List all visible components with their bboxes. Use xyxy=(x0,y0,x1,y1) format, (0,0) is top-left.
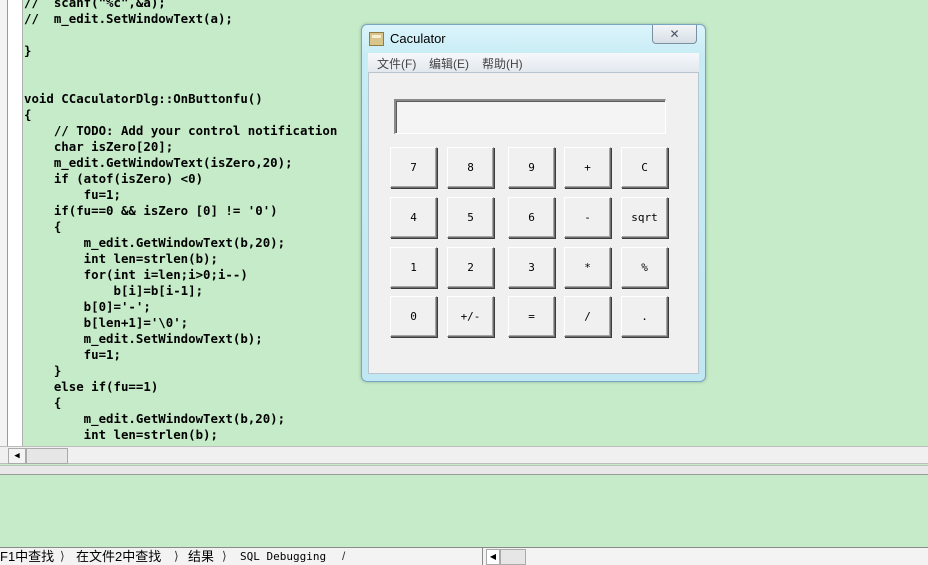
menu-edit[interactable]: 编辑(E) xyxy=(429,55,469,72)
digit-9-button[interactable]: 9 xyxy=(508,147,555,188)
decimal-button[interactable]: . xyxy=(621,296,668,337)
code-line: } xyxy=(24,43,32,58)
code-line: int len=strlen(b); xyxy=(24,251,218,266)
editor-margin xyxy=(8,0,23,446)
output-pane[interactable] xyxy=(0,475,928,547)
digit-1-button[interactable]: 1 xyxy=(390,247,437,288)
menu-file[interactable]: 文件(F) xyxy=(377,55,416,72)
code-line: b[len+1]='\0'; xyxy=(24,315,189,330)
tab-end-separator: / xyxy=(342,549,346,563)
code-line: { xyxy=(24,107,32,122)
code-line: m_edit.GetWindowText(isZero,20); xyxy=(24,155,293,170)
scroll-left-arrow-icon[interactable]: ◀ xyxy=(8,448,26,464)
digit-8-button[interactable]: 8 xyxy=(447,147,494,188)
code-line: fu=1; xyxy=(24,187,121,202)
close-icon: ✕ xyxy=(669,27,680,41)
code-line: fu=1; xyxy=(24,347,121,362)
digit-2-button[interactable]: 2 xyxy=(447,247,494,288)
code-line: for(int i=len;i>0;i--) xyxy=(24,267,248,282)
code-line: char isZero[20]; xyxy=(24,139,174,154)
code-line: b[i]=b[i-1]; xyxy=(24,283,204,298)
tab-scroll-left-icon[interactable]: ◀ xyxy=(486,549,500,565)
code-line: m_edit.GetWindowText(b,20); xyxy=(24,235,286,250)
add-button[interactable]: + xyxy=(564,147,611,188)
digit-3-button[interactable]: 3 xyxy=(508,247,555,288)
code-line: // TODO: Add your control notification xyxy=(24,123,338,138)
code-line: { xyxy=(24,219,62,234)
sqrt-button[interactable]: sqrt xyxy=(621,197,668,238)
output-tab-strip: F1中查找 ⟩ 在文件2中查找 ⟩ 结果 ⟩ SQL Debugging / ◀ xyxy=(0,547,928,565)
tab-results[interactable]: 结果 xyxy=(188,548,214,565)
calculator-app-icon xyxy=(369,32,384,46)
code-line: else if(fu==1) xyxy=(24,379,159,394)
code-line: int len=strlen(b); xyxy=(24,427,218,442)
tab-separator: ⟩ xyxy=(222,549,227,563)
calculator-body: 7 8 9 + C 4 5 6- sqrt 1 2 3 *% 0 +/- = /. xyxy=(368,72,699,374)
calculator-window: Caculator ✕ 文件(F) 编辑(E) 帮助(H) 7 8 9 + C 4 5 6- s… xyxy=(361,24,706,382)
code-line: // scanf("%c",&a); xyxy=(24,0,166,10)
digit-5-button[interactable]: 5 xyxy=(447,197,494,238)
menu-help[interactable]: 帮助(H) xyxy=(482,55,523,72)
close-button[interactable]: ✕ xyxy=(652,25,697,44)
subtract-button[interactable]: - xyxy=(564,197,611,238)
sign-toggle-button[interactable]: +/- xyxy=(447,296,494,337)
code-text[interactable]: // scanf("%c",&a);// m_edit.SetWindowTex… xyxy=(24,0,337,443)
editor-horizontal-scrollbar[interactable]: ◀ xyxy=(0,446,928,464)
digit-7-button[interactable]: 7 xyxy=(390,147,437,188)
scrollbar-thumb[interactable] xyxy=(26,448,68,464)
tab-strip-filler xyxy=(482,548,928,565)
code-line: m_edit.SetWindowText(b); xyxy=(24,331,263,346)
clear-button[interactable]: C xyxy=(621,147,668,188)
tab-find-in-files-2[interactable]: 在文件2中查找 xyxy=(76,548,161,565)
percent-button[interactable]: % xyxy=(621,247,668,288)
digit-6-button[interactable]: 6 xyxy=(508,197,555,238)
window-title: Caculator xyxy=(390,31,446,46)
code-line: if(fu==0 && isZero [0] != '0') xyxy=(24,203,278,218)
digit-0-button[interactable]: 0 xyxy=(390,296,437,337)
editor-gutter xyxy=(0,0,8,446)
equals-button[interactable]: = xyxy=(508,296,555,337)
code-line: b[0]='-'; xyxy=(24,299,151,314)
tab-separator: ⟩ xyxy=(174,549,179,563)
pane-splitter[interactable] xyxy=(0,465,928,475)
display-field[interactable] xyxy=(394,99,666,134)
menu-bar: 文件(F) 编辑(E) 帮助(H) xyxy=(368,53,699,73)
code-line: void CCaculatorDlg::OnButtonfu() xyxy=(24,91,263,106)
divide-button[interactable]: / xyxy=(564,296,611,337)
code-line: { xyxy=(24,395,62,410)
tab-separator: ⟩ xyxy=(60,549,65,563)
code-line: // m_edit.SetWindowText(a); xyxy=(24,11,233,26)
digit-4-button[interactable]: 4 xyxy=(390,197,437,238)
tab-scrollbar-thumb[interactable] xyxy=(500,549,526,565)
code-line: } xyxy=(24,363,62,378)
multiply-button[interactable]: * xyxy=(564,247,611,288)
tab-sql-debugging[interactable]: SQL Debugging xyxy=(240,548,326,565)
code-line: if (atof(isZero) <0) xyxy=(24,171,204,186)
tab-find-in-files-1[interactable]: F1中查找 xyxy=(0,548,54,565)
code-line: m_edit.GetWindowText(b,20); xyxy=(24,411,286,426)
